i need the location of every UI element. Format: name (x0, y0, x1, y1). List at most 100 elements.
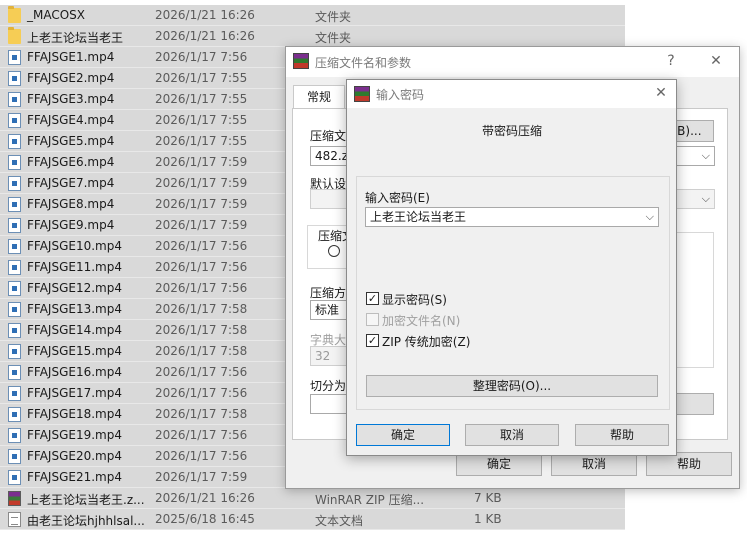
close-icon[interactable]: ✕ (650, 83, 672, 103)
split-volumes-label: 切分为 (310, 379, 347, 393)
close-icon[interactable]: ✕ (705, 51, 727, 71)
password-cancel-button[interactable]: 取消 (465, 424, 559, 446)
video-file-icon (8, 134, 21, 149)
video-file-icon (8, 239, 21, 254)
file-name: FFAJSGE8.mp4 (27, 197, 115, 211)
file-date: 2026/1/17 7:59 (155, 155, 248, 169)
file-date: 2026/1/17 7:55 (155, 71, 248, 85)
video-file-icon (8, 365, 21, 380)
zip-legacy-encryption-label: ZIP 传统加密(Z) (382, 335, 471, 349)
file-name: FFAJSGE16.mp4 (27, 365, 122, 379)
dictionary-dropdown[interactable]: 32 (310, 346, 350, 366)
video-file-icon (8, 449, 21, 464)
file-type: WinRAR ZIP 压缩... (315, 493, 425, 507)
video-file-icon (8, 176, 21, 191)
file-date: 2026/1/21 16:26 (155, 8, 255, 22)
file-date: 2026/1/17 7:58 (155, 344, 248, 358)
video-file-icon (8, 323, 21, 338)
file-name: FFAJSGE4.mp4 (27, 113, 115, 127)
video-file-icon (8, 155, 21, 170)
set-password-button[interactable] (676, 393, 714, 415)
file-date: 2026/1/17 7:56 (155, 449, 248, 463)
winrar-app-icon (293, 53, 309, 69)
file-name: FFAJSGE17.mp4 (27, 386, 122, 400)
format-radio[interactable] (328, 245, 340, 257)
zip-legacy-encryption-checkbox[interactable]: ✓ (366, 334, 379, 347)
file-name: _MACOSX (27, 8, 86, 22)
file-row[interactable]: _MACOSX 2026/1/21 16:26 文件夹 (0, 5, 625, 26)
split-volumes-field[interactable] (310, 394, 350, 414)
file-name: FFAJSGE7.mp4 (27, 176, 115, 190)
video-file-icon (8, 407, 21, 422)
encrypt-names-checkbox[interactable] (366, 313, 379, 326)
organize-passwords-button[interactable]: 整理密码(O)... (366, 375, 658, 397)
dialog-title: 压缩文件名和参数 (315, 56, 412, 70)
file-name: FFAJSGE21.mp4 (27, 470, 122, 484)
file-name: FFAJSGE10.mp4 (27, 239, 122, 253)
file-name: 上老王论坛当老王.z... (27, 493, 145, 507)
password-label: 输入密码(E) (365, 191, 430, 205)
file-date: 2026/1/17 7:58 (155, 407, 248, 421)
video-file-icon (8, 92, 21, 107)
file-name: 上老王论坛当老王 (27, 31, 124, 45)
folder-icon (8, 27, 21, 44)
video-file-icon (8, 260, 21, 275)
file-date: 2026/1/17 7:59 (155, 197, 248, 211)
file-name: FFAJSGE19.mp4 (27, 428, 122, 442)
file-row[interactable]: 由老王论坛hjhhlsal... 2025/6/18 16:45 文本文档 1 KB (0, 509, 625, 530)
file-date: 2026/1/17 7:56 (155, 281, 248, 295)
file-type: 文件夹 (315, 31, 352, 45)
show-password-label: 显示密码(S) (382, 293, 447, 307)
password-ok-button[interactable]: 确定 (356, 424, 450, 446)
password-value: 上老王论坛当老王 (370, 210, 467, 224)
video-file-icon (8, 386, 21, 401)
password-input[interactable]: 上老王论坛当老王 ⌵ (365, 207, 659, 227)
file-name: FFAJSGE20.mp4 (27, 449, 122, 463)
password-dialog-title: 输入密码 (376, 88, 425, 102)
file-date: 2026/1/17 7:59 (155, 470, 248, 484)
video-file-icon (8, 428, 21, 443)
file-date: 2026/1/17 7:56 (155, 428, 248, 442)
chevron-down-icon: ⌵ (701, 149, 710, 162)
file-date: 2026/1/17 7:56 (155, 386, 248, 400)
video-file-icon (8, 113, 21, 128)
video-file-icon (8, 344, 21, 359)
file-name: FFAJSGE6.mp4 (27, 155, 115, 169)
file-size: 7 KB (474, 491, 502, 505)
file-date: 2026/1/17 7:59 (155, 176, 248, 190)
file-name: FFAJSGE1.mp4 (27, 50, 115, 64)
compression-method-label: 压缩方 (310, 286, 347, 300)
file-date: 2026/1/21 16:26 (155, 491, 255, 505)
compression-method-dropdown[interactable]: 标准 (310, 300, 350, 320)
file-date: 2026/1/17 7:55 (155, 113, 248, 127)
winrar-app-icon (354, 86, 370, 102)
chevron-down-icon: ⌵ (645, 210, 654, 223)
file-name: FFAJSGE11.mp4 (27, 260, 122, 274)
tab-general[interactable]: 常规 (293, 85, 345, 109)
video-file-icon (8, 197, 21, 212)
file-name: FFAJSGE14.mp4 (27, 323, 122, 337)
video-file-icon (8, 281, 21, 296)
text-file-icon (8, 512, 21, 527)
file-name: FFAJSGE18.mp4 (27, 407, 122, 421)
file-row[interactable]: 上老王论坛当老王.z... 2026/1/21 16:26 WinRAR ZIP 压… (0, 488, 625, 509)
file-date: 2025/6/18 16:45 (155, 512, 255, 526)
archive-name-label: 压缩文 (310, 129, 347, 143)
file-size: 1 KB (474, 512, 502, 526)
help-icon[interactable]: ? (660, 51, 682, 71)
rar-archive-icon (8, 491, 21, 506)
file-name: FFAJSGE2.mp4 (27, 71, 115, 85)
file-name: FFAJSGE3.mp4 (27, 92, 115, 106)
file-name: FFAJSGE13.mp4 (27, 302, 122, 316)
password-help-button[interactable]: 帮助 (575, 424, 669, 446)
file-type: 文件夹 (315, 10, 352, 24)
video-file-icon (8, 218, 21, 233)
chevron-down-icon: ⌵ (701, 192, 710, 205)
video-file-icon (8, 302, 21, 317)
file-date: 2026/1/21 16:26 (155, 29, 255, 43)
show-password-checkbox[interactable]: ✓ (366, 292, 379, 305)
file-date: 2026/1/17 7:55 (155, 92, 248, 106)
file-row[interactable]: 上老王论坛当老王 2026/1/21 16:26 文件夹 (0, 26, 625, 47)
file-name: 由老王论坛hjhhlsal... (27, 514, 145, 528)
file-name: FFAJSGE5.mp4 (27, 134, 115, 148)
